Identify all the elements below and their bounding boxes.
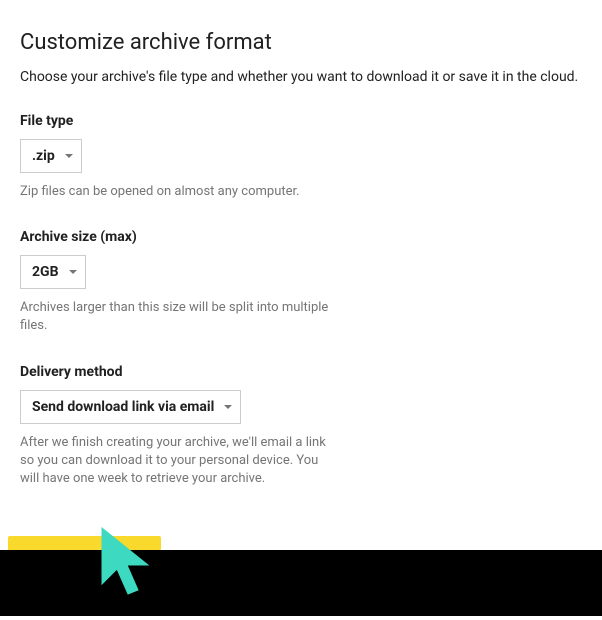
file-type-label: File type <box>20 113 582 129</box>
page-subtitle: Choose your archive's file type and whet… <box>20 69 582 85</box>
delivery-method-value: Send download link via email <box>32 399 214 415</box>
archive-size-label: Archive size (max) <box>20 229 582 245</box>
archive-size-value: 2GB <box>32 264 59 280</box>
archive-size-help: Archives larger than this size will be s… <box>20 299 330 335</box>
file-type-select[interactable]: .zip <box>20 139 82 173</box>
delivery-method-select[interactable]: Send download link via email <box>20 390 241 424</box>
delivery-method-group: Delivery method Send download link via e… <box>20 364 582 489</box>
chevron-down-icon <box>65 154 73 158</box>
file-type-group: File type .zip Zip files can be opened o… <box>20 113 582 201</box>
delivery-method-help: After we finish creating your archive, w… <box>20 434 330 489</box>
archive-size-select[interactable]: 2GB <box>20 255 86 289</box>
file-type-value: .zip <box>32 148 55 164</box>
chevron-down-icon <box>69 270 77 274</box>
delivery-method-label: Delivery method <box>20 364 582 380</box>
main-content: Customize archive format Choose your arc… <box>0 0 602 620</box>
archive-size-group: Archive size (max) 2GB Archives larger t… <box>20 229 582 335</box>
chevron-down-icon <box>224 405 232 409</box>
footer-bar <box>0 550 602 616</box>
page-title: Customize archive format <box>20 30 582 55</box>
file-type-help: Zip files can be opened on almost any co… <box>20 183 330 201</box>
